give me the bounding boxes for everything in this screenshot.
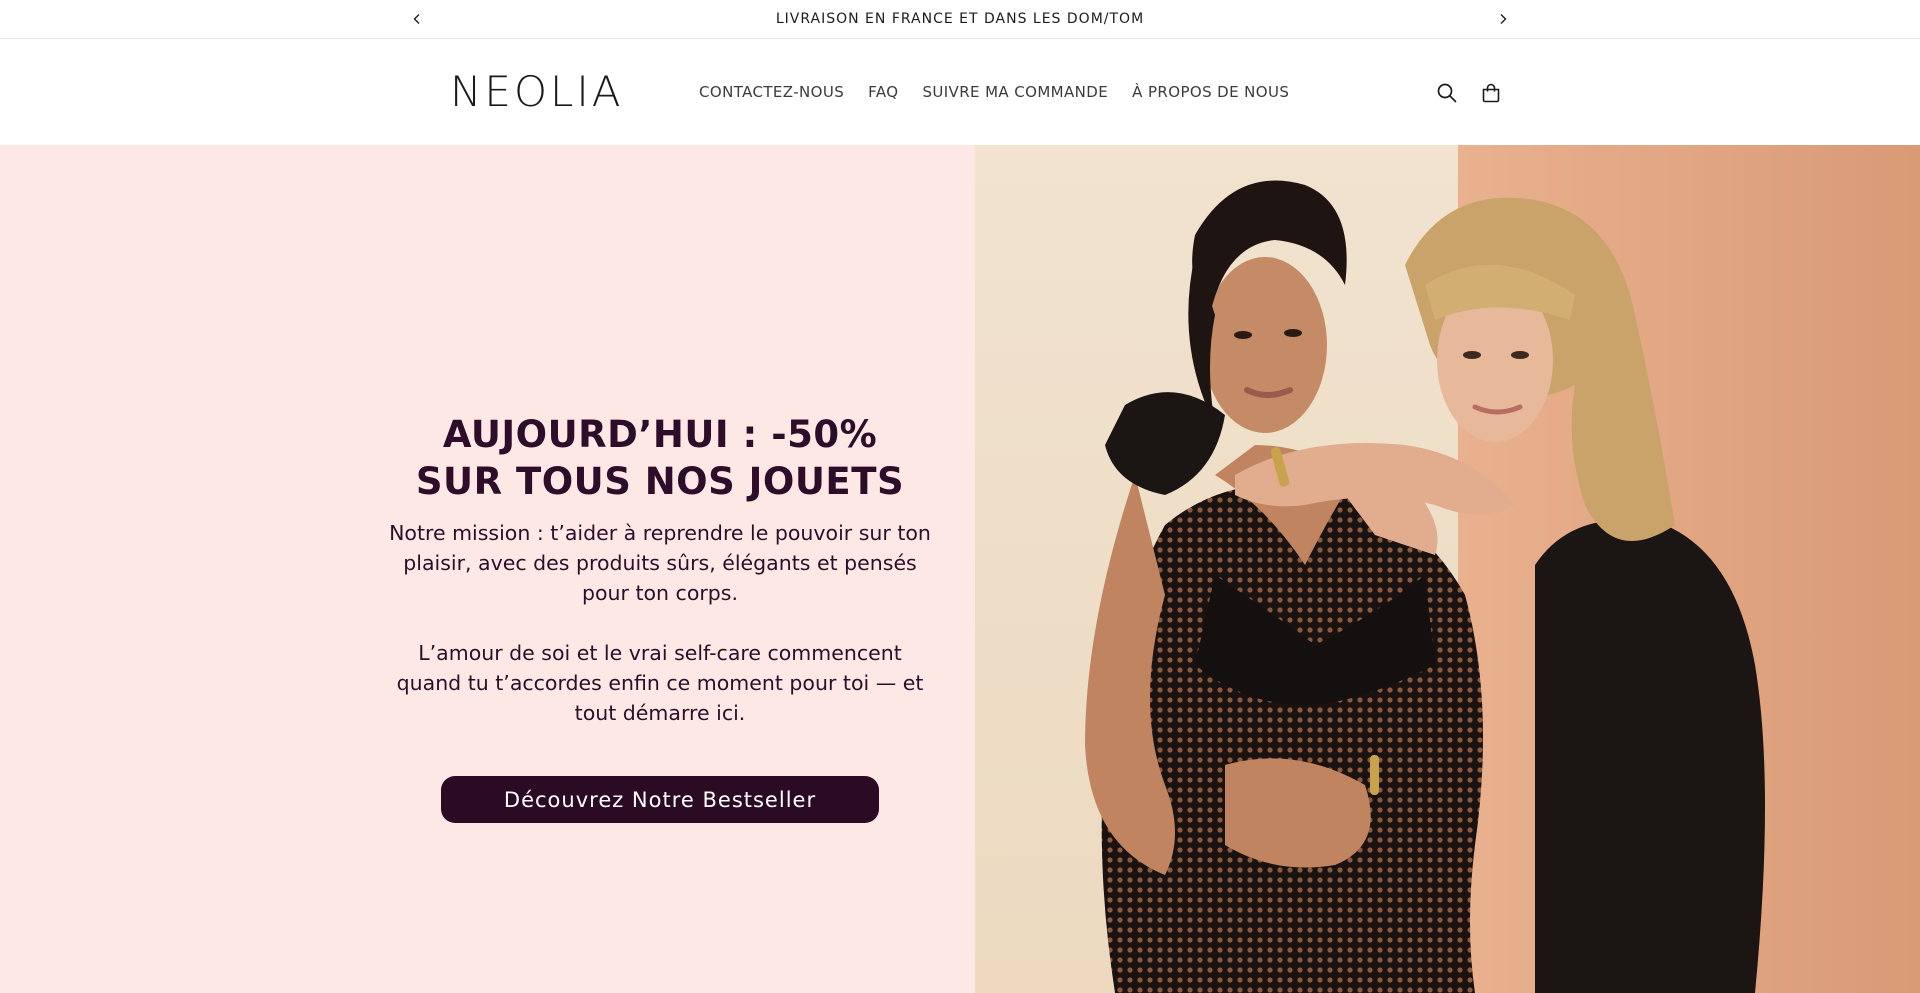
announcement-next-button[interactable] — [1492, 8, 1514, 30]
search-button[interactable] — [1433, 79, 1461, 107]
announcement-bar: LIVRAISON EN FRANCE ET DANS LES DOM/TOM — [0, 0, 1920, 39]
nav-track-order[interactable]: SUIVRE MA COMMANDE — [922, 83, 1108, 101]
hero-section: AUJOURD’HUI : -50% SUR TOUS NOS JOUETS N… — [0, 145, 1920, 993]
site-logo[interactable]: NEOLIA — [450, 67, 624, 116]
nav-about[interactable]: À PROPOS DE NOUS — [1132, 83, 1289, 101]
cart-icon — [1482, 83, 1500, 103]
site-header: NEOLIA CONTACTEZ-NOUS FAQ SUIVRE MA COMM… — [0, 39, 1920, 145]
hero-title-line1: AUJOURD’HUI : -50% — [442, 413, 878, 456]
hero-title: AUJOURD’HUI : -50% SUR TOUS NOS JOUETS — [360, 411, 960, 505]
hero-mission-text: Notre mission : t’aider à reprendre le p… — [389, 521, 931, 605]
chevron-right-icon — [1500, 14, 1507, 24]
nav-faq[interactable]: FAQ — [868, 83, 898, 101]
announcement-text: LIVRAISON EN FRANCE ET DANS LES DOM/TOM — [775, 11, 1145, 27]
bestseller-cta-button[interactable]: Découvrez Notre Bestseller — [441, 776, 879, 823]
cart-button[interactable] — [1477, 79, 1505, 107]
nav-contact[interactable]: CONTACTEZ-NOUS — [699, 83, 844, 101]
hero-selfcare-text: L’amour de soi et le vrai self-care comm… — [396, 641, 924, 725]
hero-text-panel: AUJOURD’HUI : -50% SUR TOUS NOS JOUETS N… — [0, 145, 975, 993]
main-nav: CONTACTEZ-NOUS FAQ SUIVRE MA COMMANDE À … — [699, 83, 1289, 101]
search-icon — [1437, 83, 1457, 103]
hero-image — [975, 145, 1920, 993]
hero-photo-illustration — [975, 145, 1920, 993]
hero-title-line2: SUR TOUS NOS JOUETS — [415, 460, 905, 503]
